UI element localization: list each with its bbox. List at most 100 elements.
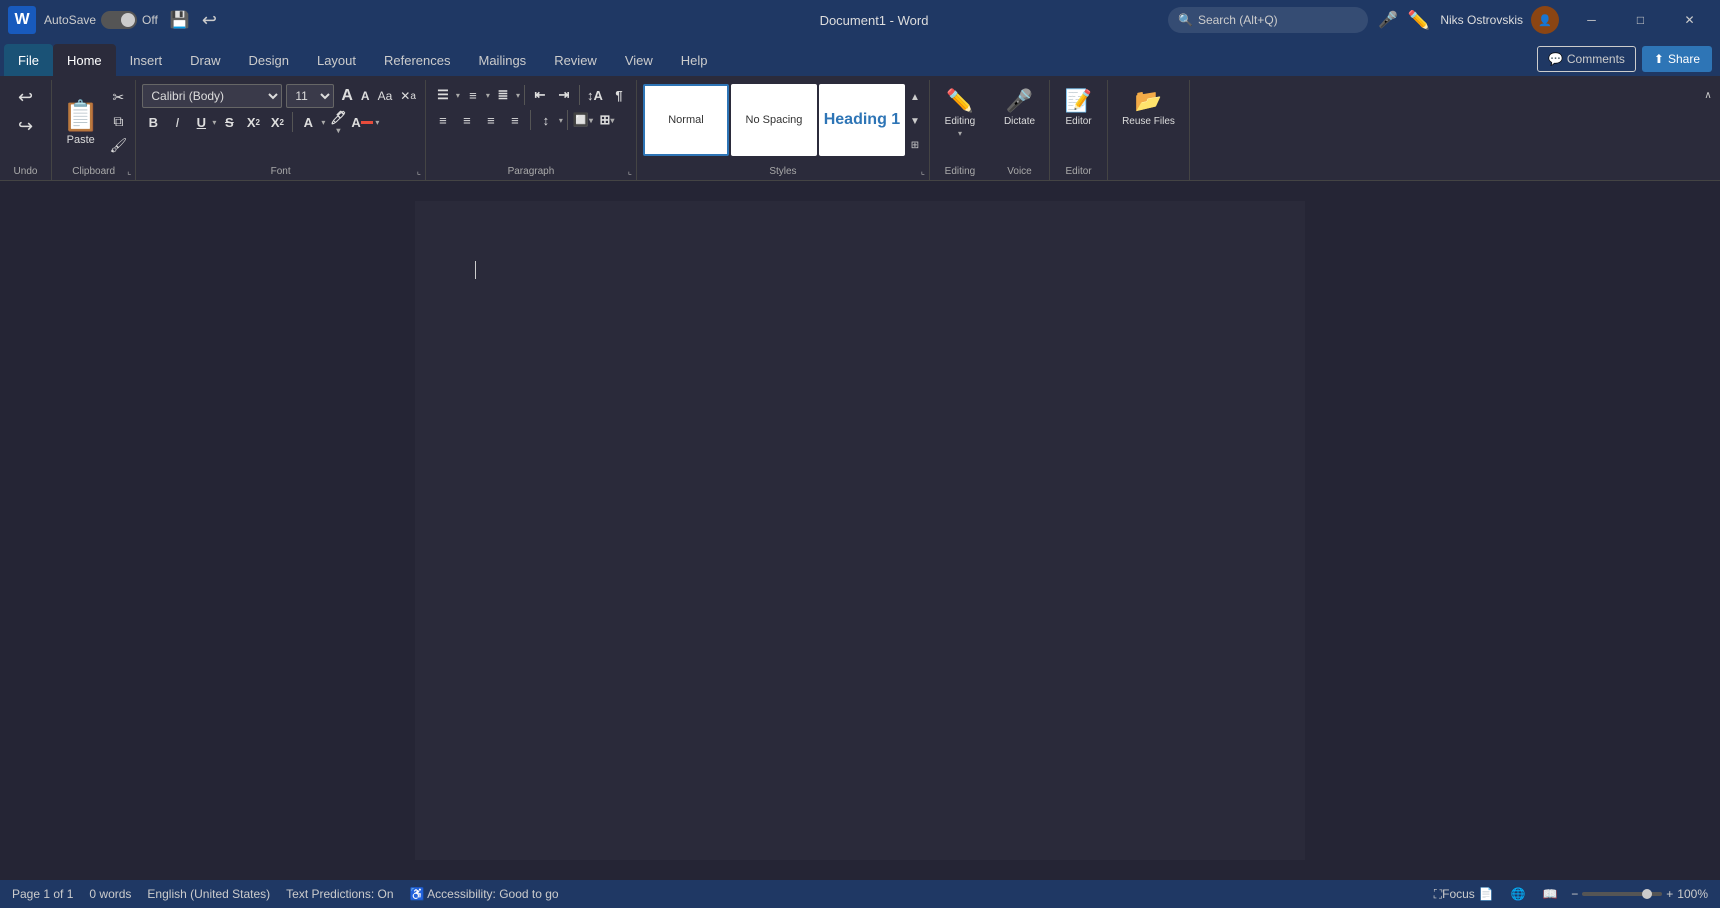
zoom-out-button[interactable]: − bbox=[1571, 887, 1578, 901]
copy-button[interactable]: ⧉ bbox=[107, 111, 129, 131]
styles-more[interactable]: ⊞ bbox=[907, 134, 923, 156]
focus-button[interactable]: ⛶ Focus bbox=[1443, 885, 1465, 903]
align-left-button[interactable]: ≡ bbox=[432, 109, 454, 131]
align-center-button[interactable]: ≡ bbox=[456, 109, 478, 131]
print-layout-button[interactable]: 📄 bbox=[1475, 885, 1497, 903]
focus-icon: ⛶ bbox=[1434, 887, 1442, 902]
editing-dropdown[interactable]: ▾ bbox=[958, 129, 962, 138]
subscript-button[interactable]: X2 bbox=[242, 111, 264, 133]
document-page[interactable] bbox=[415, 201, 1305, 860]
tab-file[interactable]: File bbox=[4, 44, 53, 76]
paste-button[interactable]: 📋 Paste bbox=[58, 95, 103, 166]
indent-increase-button[interactable]: ⇥ bbox=[553, 84, 575, 106]
font-expand-icon[interactable]: ⌞ bbox=[417, 166, 421, 177]
align-right-button[interactable]: ≡ bbox=[480, 109, 502, 131]
tab-references[interactable]: References bbox=[370, 44, 464, 76]
zoom-in-button[interactable]: + bbox=[1666, 887, 1673, 901]
search-placeholder: Search (Alt+Q) bbox=[1198, 13, 1278, 27]
borders-dropdown[interactable]: ▾ bbox=[610, 116, 614, 125]
font-size-select[interactable]: 11 bbox=[286, 84, 334, 108]
font-color-dropdown[interactable]: ▾ bbox=[375, 118, 379, 127]
styles-scroll-down[interactable]: ▼ bbox=[907, 110, 923, 132]
minimize-button[interactable]: ─ bbox=[1569, 5, 1614, 35]
reuse-files-button[interactable]: 📂 Reuse Files bbox=[1116, 84, 1181, 131]
tab-home[interactable]: Home bbox=[53, 44, 116, 76]
dictate-button[interactable]: 🎤 Dictate bbox=[998, 84, 1041, 131]
mic-icon[interactable]: 🎤 bbox=[1378, 10, 1398, 30]
search-box[interactable]: 🔍 Search (Alt+Q) bbox=[1168, 7, 1368, 33]
numbering-button[interactable]: ≡ bbox=[462, 84, 484, 106]
redo-button[interactable]: ↪ bbox=[12, 113, 40, 140]
web-layout-button[interactable]: 🌐 bbox=[1507, 885, 1529, 903]
bullets-dropdown[interactable]: ▾ bbox=[456, 91, 460, 100]
font-family-select[interactable]: Calibri (Body) bbox=[142, 84, 282, 108]
sort-button[interactable]: ↕A bbox=[584, 84, 606, 106]
shading-dropdown[interactable]: ▾ bbox=[589, 116, 593, 125]
tab-mailings[interactable]: Mailings bbox=[465, 44, 541, 76]
style-no-spacing-card[interactable]: No Spacing bbox=[731, 84, 817, 156]
format-painter-button[interactable]: 🖌 bbox=[107, 135, 129, 155]
underline-button[interactable]: U bbox=[190, 111, 212, 133]
shading-button[interactable]: 🔲 ▾ bbox=[572, 109, 594, 131]
comments-button[interactable]: 💬 Comments bbox=[1537, 46, 1636, 72]
tab-insert[interactable]: Insert bbox=[116, 44, 177, 76]
text-predictions[interactable]: Text Predictions: On bbox=[286, 887, 393, 901]
clipboard-expand-icon[interactable]: ⌞ bbox=[127, 166, 131, 177]
superscript-button[interactable]: X2 bbox=[266, 111, 288, 133]
tab-layout[interactable]: Layout bbox=[303, 44, 370, 76]
underline-dropdown[interactable]: ▾ bbox=[212, 118, 216, 127]
styles-expand-icon[interactable]: ⌞ bbox=[921, 166, 925, 177]
text-effects-dropdown[interactable]: ▾ bbox=[321, 118, 325, 127]
tab-design[interactable]: Design bbox=[235, 44, 303, 76]
tab-help[interactable]: Help bbox=[667, 44, 722, 76]
zoom-slider[interactable] bbox=[1582, 892, 1662, 896]
line-spacing-button[interactable]: ↕ bbox=[535, 109, 557, 131]
maximize-button[interactable]: □ bbox=[1618, 5, 1663, 35]
multilevel-button[interactable]: ≣ bbox=[492, 84, 514, 106]
editor-group-label: Editor bbox=[1050, 166, 1107, 177]
highlight-button[interactable]: 🖊 ▾ bbox=[327, 111, 349, 133]
comments-label: Comments bbox=[1567, 52, 1625, 66]
italic-button[interactable]: I bbox=[166, 111, 188, 133]
highlight-dropdown[interactable]: ▾ bbox=[336, 126, 340, 135]
justify-button[interactable]: ≡ bbox=[504, 109, 526, 131]
styles-scroll-up[interactable]: ▲ bbox=[907, 86, 923, 108]
style-heading1-card[interactable]: Heading 1 bbox=[819, 84, 905, 156]
share-button[interactable]: ⬆ Share bbox=[1642, 46, 1712, 72]
indent-decrease-button[interactable]: ⇤ bbox=[529, 84, 551, 106]
text-effects-button[interactable]: A bbox=[297, 111, 319, 133]
undo-redo-icon[interactable]: ↩ bbox=[202, 10, 217, 31]
undo-button[interactable]: ↩ bbox=[12, 84, 40, 111]
style-normal-card[interactable]: Normal bbox=[643, 84, 729, 156]
grow-font-button[interactable]: A bbox=[338, 84, 356, 108]
title-bar-left: W AutoSave Off 💾 ↩ bbox=[8, 6, 580, 34]
ribbon-collapse-button[interactable]: ∧ bbox=[1700, 84, 1716, 106]
paragraph-expand-icon[interactable]: ⌞ bbox=[628, 166, 632, 177]
borders-button[interactable]: ⊞ ▾ bbox=[596, 109, 618, 131]
multilevel-dropdown[interactable]: ▾ bbox=[516, 91, 520, 100]
save-button[interactable]: 💾 bbox=[166, 6, 194, 34]
clear-formatting-button[interactable]: ✕a bbox=[397, 84, 419, 108]
show-paragraph-button[interactable]: ¶ bbox=[608, 84, 630, 106]
autosave-toggle[interactable] bbox=[101, 11, 137, 29]
editor-button[interactable]: 📝 Editor bbox=[1059, 84, 1098, 131]
font-color-button[interactable]: A bbox=[351, 111, 373, 133]
strikethrough-button[interactable]: S bbox=[218, 111, 240, 133]
cut-button[interactable]: ✂ bbox=[107, 87, 129, 107]
bullets-button[interactable]: ☰ bbox=[432, 84, 454, 106]
close-button[interactable]: ✕ bbox=[1667, 5, 1712, 35]
line-spacing-dropdown[interactable]: ▾ bbox=[559, 116, 563, 125]
change-case-button[interactable]: Aa bbox=[375, 84, 396, 108]
tab-review[interactable]: Review bbox=[540, 44, 611, 76]
numbering-dropdown[interactable]: ▾ bbox=[486, 91, 490, 100]
language[interactable]: English (United States) bbox=[147, 887, 270, 901]
font-separator bbox=[292, 112, 293, 132]
editing-button[interactable]: ✏️ Editing ▾ bbox=[939, 84, 982, 142]
tab-draw[interactable]: Draw bbox=[176, 44, 234, 76]
bold-button[interactable]: B bbox=[142, 111, 164, 133]
shrink-font-button[interactable]: A bbox=[358, 84, 373, 108]
tab-view[interactable]: View bbox=[611, 44, 667, 76]
accessibility-status[interactable]: ♿ Accessibility: Good to go bbox=[410, 887, 559, 901]
read-mode-button[interactable]: 📖 bbox=[1539, 885, 1561, 903]
edit-icon[interactable]: ✏️ bbox=[1408, 10, 1430, 31]
